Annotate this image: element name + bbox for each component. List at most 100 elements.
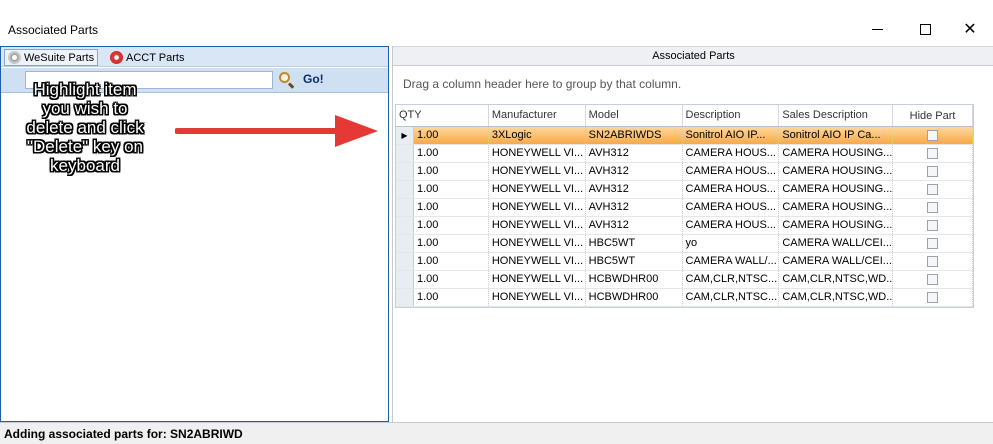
hide-part-checkbox[interactable] (927, 202, 939, 213)
cell-qty[interactable]: 1.00 (414, 127, 489, 144)
row-indicator[interactable] (396, 145, 414, 162)
search-icon[interactable] (277, 71, 297, 89)
table-row[interactable]: 1.00 HONEYWELL VI... HBC5WT CAMERA WALL/...… (396, 253, 973, 271)
cell-qty[interactable]: 1.00 (414, 181, 489, 198)
cell-sales-description[interactable]: CAMERA HOUSING... (779, 199, 894, 216)
table-row[interactable]: ▶ 1.00 3XLogic SN2ABRIWDS Sonitrol AIO IP...… (396, 127, 973, 145)
cell-sales-description[interactable]: CAMERA WALL/CEI... (779, 235, 894, 252)
cell-manufacturer[interactable]: 3XLogic (489, 127, 586, 144)
row-indicator-icon[interactable]: ▶ (396, 127, 414, 144)
cell-sales-description[interactable]: CAMERA HOUSING... (779, 181, 894, 198)
cell-qty[interactable]: 1.00 (414, 235, 489, 252)
cell-qty[interactable]: 1.00 (414, 145, 489, 162)
hide-part-checkbox[interactable] (927, 166, 939, 177)
table-row[interactable]: 1.00 HONEYWELL VI... HCBWDHR00 CAM,CLR,NTSC… (396, 271, 973, 289)
cell-sales-description[interactable]: CAMERA HOUSING... (779, 163, 894, 180)
cell-description[interactable]: CAM,CLR,NTSC... (683, 271, 780, 288)
cell-sales-description[interactable]: CAMERA HOUSING... (779, 217, 894, 234)
row-indicator[interactable] (396, 235, 414, 252)
arrow-icon (175, 115, 378, 147)
cell-model[interactable]: HCBWDHR00 (586, 271, 683, 288)
table-row[interactable]: 1.00 HONEYWELL VI... AVH312 CAMERA HOUS... C… (396, 199, 973, 217)
cell-hide-part (893, 271, 973, 288)
cell-manufacturer[interactable]: HONEYWELL VI... (489, 289, 586, 306)
column-header-hide-part[interactable]: Hide Part (893, 105, 973, 126)
cell-description[interactable]: CAMERA HOUS... (683, 181, 780, 198)
cell-model[interactable]: HCBWDHR00 (586, 289, 683, 306)
cell-sales-description[interactable]: CAMERA WALL/CEI... (779, 253, 894, 270)
cell-qty[interactable]: 1.00 (414, 253, 489, 270)
hide-part-checkbox[interactable] (927, 184, 939, 195)
column-header-model[interactable]: Model (586, 105, 683, 126)
column-header-qty[interactable]: QTY (396, 105, 489, 126)
column-header-description[interactable]: Description (683, 105, 780, 126)
row-indicator[interactable] (396, 217, 414, 234)
hide-part-checkbox[interactable] (927, 256, 939, 267)
tab-acct-parts[interactable]: ACCT Parts (107, 49, 187, 66)
table-row[interactable]: 1.00 HONEYWELL VI... AVH312 CAMERA HOUS... C… (396, 217, 973, 235)
cell-manufacturer[interactable]: HONEYWELL VI... (489, 271, 586, 288)
hide-part-checkbox[interactable] (927, 130, 939, 141)
row-indicator[interactable] (396, 163, 414, 180)
cell-qty[interactable]: 1.00 (414, 289, 489, 306)
cell-description[interactable]: CAMERA HOUS... (683, 217, 780, 234)
cell-sales-description[interactable]: CAMERA HOUSING... (779, 145, 894, 162)
hide-part-checkbox[interactable] (927, 220, 939, 231)
table-row[interactable]: 1.00 HONEYWELL VI... AVH312 CAMERA HOUS... C… (396, 163, 973, 181)
table-row[interactable]: 1.00 HONEYWELL VI... AVH312 CAMERA HOUS... C… (396, 181, 973, 199)
cell-description[interactable]: CAM,CLR,NTSC... (683, 289, 780, 306)
hide-part-checkbox[interactable] (927, 292, 939, 303)
cell-manufacturer[interactable]: HONEYWELL VI... (489, 235, 586, 252)
table-row[interactable]: 1.00 HONEYWELL VI... AVH312 CAMERA HOUS... C… (396, 145, 973, 163)
row-indicator[interactable] (396, 181, 414, 198)
cell-qty[interactable]: 1.00 (414, 271, 489, 288)
hide-part-checkbox[interactable] (927, 238, 939, 249)
cell-model[interactable]: AVH312 (586, 217, 683, 234)
hide-part-checkbox[interactable] (927, 274, 939, 285)
column-header-manufacturer[interactable]: Manufacturer (489, 105, 586, 126)
tab-wesuite-parts[interactable]: WeSuite Parts (4, 49, 99, 66)
group-by-hint[interactable]: Drag a column header here to group by th… (403, 77, 681, 91)
cell-description[interactable]: CAMERA HOUS... (683, 163, 780, 180)
row-indicator[interactable] (396, 199, 414, 216)
go-button[interactable]: Go! (303, 72, 324, 86)
cell-model[interactable]: AVH312 (586, 145, 683, 162)
cell-hide-part (893, 235, 973, 252)
cell-sales-description[interactable]: CAM,CLR,NTSC,WD... (779, 289, 894, 306)
cell-model[interactable]: HBC5WT (586, 235, 683, 252)
row-indicator[interactable] (396, 271, 414, 288)
column-header-sales-description[interactable]: Sales Description (779, 105, 894, 126)
cell-qty[interactable]: 1.00 (414, 199, 489, 216)
maximize-button[interactable] (910, 14, 940, 44)
cell-model[interactable]: HBC5WT (586, 253, 683, 270)
row-indicator[interactable] (396, 289, 414, 306)
cell-manufacturer[interactable]: HONEYWELL VI... (489, 217, 586, 234)
cell-manufacturer[interactable]: HONEYWELL VI... (489, 253, 586, 270)
cell-description[interactable]: CAMERA HOUS... (683, 199, 780, 216)
close-button[interactable]: ✕ (955, 14, 985, 44)
hide-part-checkbox[interactable] (927, 148, 939, 159)
cell-model[interactable]: AVH312 (586, 181, 683, 198)
cell-hide-part (893, 289, 973, 306)
cell-qty[interactable]: 1.00 (414, 163, 489, 180)
cell-model[interactable]: AVH312 (586, 163, 683, 180)
cell-sales-description[interactable]: Sonitrol AIO IP Ca... (779, 127, 894, 144)
cell-description[interactable]: yo (683, 235, 780, 252)
cell-manufacturer[interactable]: HONEYWELL VI... (489, 181, 586, 198)
table-row[interactable]: 1.00 HONEYWELL VI... HCBWDHR00 CAM,CLR,NTSC… (396, 289, 973, 307)
tab-label: WeSuite Parts (24, 51, 95, 64)
cell-description[interactable]: CAMERA HOUS... (683, 145, 780, 162)
cell-qty[interactable]: 1.00 (414, 217, 489, 234)
status-bar: Adding associated parts for: SN2ABRIWD (0, 422, 993, 444)
cell-sales-description[interactable]: CAM,CLR,NTSC,WD... (779, 271, 894, 288)
cell-model[interactable]: SN2ABRIWDS (586, 127, 683, 144)
cell-description[interactable]: CAMERA WALL/... (683, 253, 780, 270)
cell-description[interactable]: Sonitrol AIO IP... (683, 127, 780, 144)
minimize-button[interactable] (862, 14, 892, 44)
cell-manufacturer[interactable]: HONEYWELL VI... (489, 199, 586, 216)
cell-manufacturer[interactable]: HONEYWELL VI... (489, 145, 586, 162)
cell-model[interactable]: AVH312 (586, 199, 683, 216)
cell-manufacturer[interactable]: HONEYWELL VI... (489, 163, 586, 180)
row-indicator[interactable] (396, 253, 414, 270)
table-row[interactable]: 1.00 HONEYWELL VI... HBC5WT yo CAMERA WALL/C… (396, 235, 973, 253)
